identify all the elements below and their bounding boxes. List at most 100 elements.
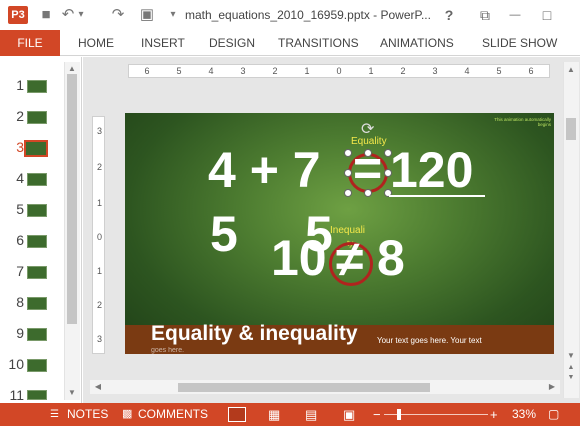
ruler-label: 1 — [368, 66, 374, 76]
ruler-label: 1 — [96, 198, 102, 208]
slide-number: 6 — [16, 232, 24, 248]
slide-number: 7 — [16, 263, 24, 279]
ruler-label: 2 — [272, 66, 278, 76]
ruler-label: 3 — [432, 66, 438, 76]
fit-to-window-icon[interactable]: ▢ — [548, 403, 559, 426]
fraction-denominator-a[interactable]: 5 — [210, 205, 238, 263]
selection-handle[interactable] — [364, 149, 372, 157]
redo-icon[interactable]: ↷ — [108, 5, 128, 25]
slide-number: 8 — [16, 294, 24, 310]
slide-number: 5 — [16, 201, 24, 217]
zoom-in-button[interactable]: + — [490, 403, 498, 426]
footer-text[interactable]: Your text goes here. Your text — [377, 336, 482, 345]
tab-slide-show[interactable]: SLIDE SHOW — [482, 30, 557, 56]
slide-canvas[interactable]: This animation automatically begins 4 + … — [125, 113, 554, 354]
scroll-down-icon[interactable]: ▼ — [565, 350, 577, 362]
ruler-label: 0 — [96, 232, 102, 242]
next-slide-icon[interactable]: ▼ — [565, 372, 577, 384]
slide-number: 9 — [16, 325, 24, 341]
ruler-label: 5 — [496, 66, 502, 76]
ruler-label: 1 — [304, 66, 310, 76]
ruler-label: 4 — [464, 66, 470, 76]
ruler-label: 2 — [400, 66, 406, 76]
normal-view-icon[interactable] — [228, 407, 246, 422]
minimize-icon[interactable]: — — [504, 4, 526, 26]
ruler-label: 2 — [96, 162, 102, 172]
save-icon[interactable]: ■ — [36, 5, 56, 25]
fraction-bar — [389, 195, 485, 197]
ruler-label: 2 — [96, 300, 102, 310]
tab-insert[interactable]: INSERT — [141, 30, 185, 56]
tab-transitions[interactable]: TRANSITIONS — [278, 30, 359, 56]
scroll-up-icon[interactable]: ▲ — [565, 64, 577, 76]
ruler-label: 3 — [240, 66, 246, 76]
slide-number: 11 — [9, 387, 24, 403]
slide-thumbnail[interactable] — [27, 235, 47, 248]
start-presentation-icon[interactable]: ▣ — [137, 5, 157, 25]
thumbnails-scroll-thumb[interactable] — [67, 74, 77, 324]
zoom-level[interactable]: 33% — [512, 403, 536, 426]
horizontal-ruler: 6 5 4 3 2 1 0 1 2 3 4 5 6 — [128, 64, 550, 78]
slide-thumbnail[interactable] — [27, 173, 47, 186]
tab-design[interactable]: DESIGN — [209, 30, 255, 56]
undo-dropdown-icon[interactable]: ▾ — [75, 5, 87, 25]
selection-handle[interactable] — [344, 189, 352, 197]
vertical-ruler: 3 2 1 0 1 2 3 — [92, 116, 105, 354]
slide-number-selected: 3 — [16, 139, 24, 155]
editor-vertical-scrollbar[interactable] — [563, 62, 579, 398]
undo-icon[interactable]: ↶ — [60, 5, 76, 25]
selection-handle[interactable] — [344, 149, 352, 157]
powerpoint-logo-icon[interactable]: P3 — [8, 6, 28, 24]
tab-file[interactable]: FILE — [0, 30, 60, 56]
ruler-label: 1 — [96, 266, 102, 276]
slide-thumbnail[interactable] — [27, 266, 47, 279]
editor-vertical-scroll-thumb[interactable] — [566, 118, 576, 140]
slide-thumbnail[interactable] — [27, 328, 47, 341]
slide-thumbnail[interactable] — [27, 111, 47, 124]
customize-toolbar-icon[interactable]: ▾ — [163, 5, 183, 25]
footer-subtext[interactable]: goes here. — [151, 347, 184, 354]
equation-2-right[interactable]: 8 — [377, 229, 405, 287]
tab-animations[interactable]: ANIMATIONS — [380, 30, 454, 56]
notes-button[interactable]: NOTES — [67, 403, 108, 426]
selection-handle[interactable] — [364, 189, 372, 197]
equation-1-right[interactable]: 120 — [390, 141, 473, 199]
notes-icon[interactable]: ☰ — [50, 403, 59, 426]
help-icon[interactable]: ? — [438, 4, 460, 26]
zoom-slider-thumb[interactable] — [397, 409, 401, 420]
equation-1-left[interactable]: 4 + 7 — [208, 141, 321, 199]
ribbon-display-icon[interactable]: ⧉ — [474, 4, 496, 26]
ruler-label: 6 — [528, 66, 534, 76]
footer-title[interactable]: Equality & inequality — [151, 322, 358, 346]
selection-handle[interactable] — [344, 169, 352, 177]
scroll-down-icon[interactable]: ▼ — [66, 387, 78, 399]
comments-button[interactable]: COMMENTS — [138, 403, 208, 426]
slide-number: 4 — [16, 170, 24, 186]
rotate-handle-icon[interactable]: ⟳ — [361, 122, 374, 138]
ruler-label: 0 — [336, 66, 342, 76]
ruler-label: 5 — [176, 66, 182, 76]
zoom-out-button[interactable]: − — [373, 403, 381, 426]
animation-note: This animation automatically begins — [494, 117, 551, 127]
slide-number: 2 — [16, 108, 24, 124]
slide-thumbnail[interactable] — [27, 204, 47, 217]
window-title: math_equations_2010_16959.pptx - PowerP.… — [185, 8, 431, 22]
reading-view-icon[interactable]: ▤ — [305, 403, 317, 426]
scroll-right-icon[interactable]: ▶ — [546, 381, 558, 393]
equation-2-left[interactable]: 10 — [271, 229, 327, 287]
slide-sorter-icon[interactable]: ▦ — [268, 403, 280, 426]
ruler-label: 3 — [96, 334, 102, 344]
comments-icon[interactable]: ▩ — [122, 403, 132, 426]
scroll-left-icon[interactable]: ◀ — [92, 381, 104, 393]
slide-thumbnail[interactable] — [27, 390, 47, 400]
ruler-label: 3 — [96, 126, 102, 136]
tab-home[interactable]: HOME — [78, 30, 114, 56]
slide-thumbnail[interactable] — [27, 297, 47, 310]
slide-thumbnail-selected[interactable] — [24, 140, 48, 157]
slide-thumbnail[interactable] — [27, 359, 47, 372]
slide-show-icon[interactable]: ▣ — [343, 403, 355, 426]
equation-2-symbol[interactable]: ≠ — [336, 230, 363, 288]
maximize-icon[interactable]: □ — [536, 4, 558, 26]
editor-horizontal-scroll-thumb[interactable] — [178, 383, 430, 392]
slide-thumbnail[interactable] — [27, 80, 47, 93]
